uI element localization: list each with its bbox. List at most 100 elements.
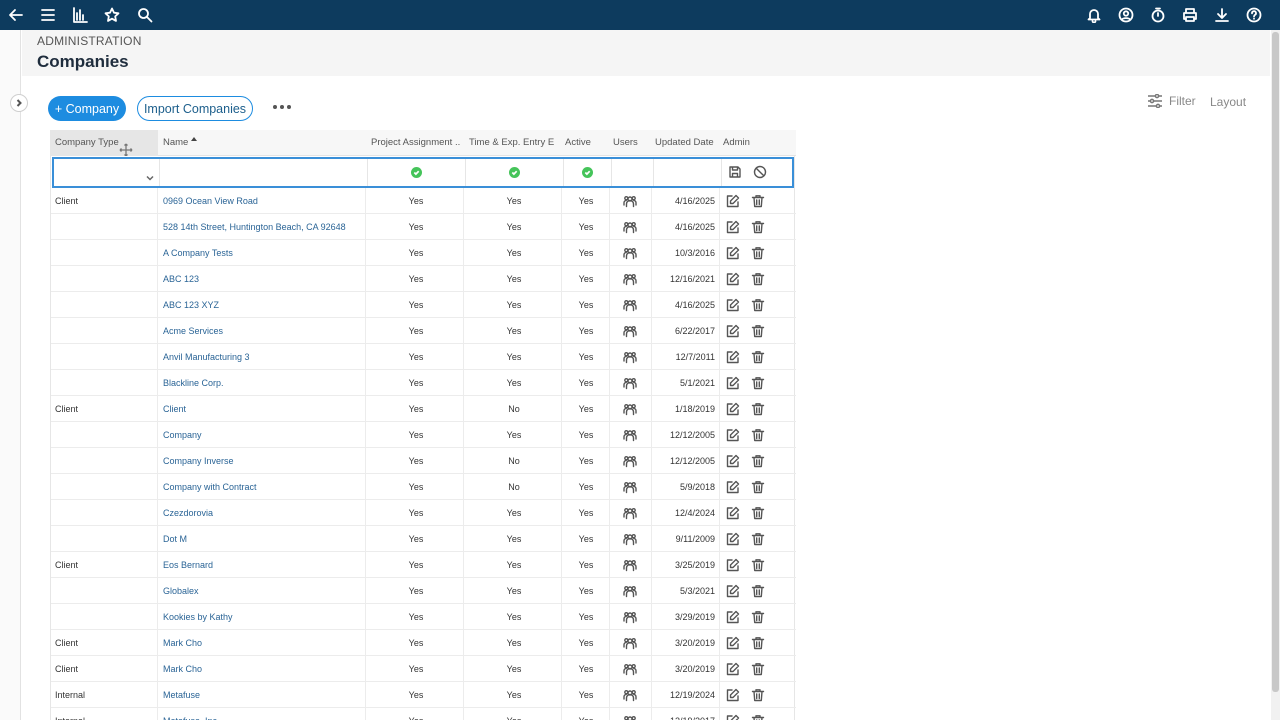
- check-circle-icon[interactable]: [582, 167, 593, 178]
- company-name-link[interactable]: ABC 123: [163, 266, 359, 292]
- company-name-link[interactable]: Anvil Manufacturing 3: [163, 344, 359, 370]
- table-row[interactable]: Client Client Yes No Yes 1/18/2019: [51, 396, 796, 422]
- trash-icon[interactable]: [751, 298, 765, 312]
- check-circle-icon[interactable]: [509, 167, 520, 178]
- users-group-icon[interactable]: [623, 220, 637, 234]
- table-row[interactable]: Client 0969 Ocean View Road Yes Yes Yes 4/16/…: [51, 188, 796, 214]
- company-name-link[interactable]: Company: [163, 422, 359, 448]
- trash-icon[interactable]: [751, 246, 765, 260]
- more-options-icon[interactable]: [271, 98, 293, 116]
- users-group-icon[interactable]: [623, 662, 637, 676]
- back-arrow-icon[interactable]: [6, 5, 26, 25]
- company-name-link[interactable]: A Company Tests: [163, 240, 359, 266]
- timer-icon[interactable]: [1148, 5, 1168, 25]
- star-icon[interactable]: [102, 5, 122, 25]
- users-group-icon[interactable]: [623, 688, 637, 702]
- download-icon[interactable]: [1212, 5, 1232, 25]
- edit-icon[interactable]: [726, 428, 740, 442]
- column-header-updated-date[interactable]: Updated Date: [655, 130, 719, 156]
- vertical-scrollbar-thumb[interactable]: [1272, 32, 1279, 692]
- bell-icon[interactable]: [1084, 5, 1104, 25]
- users-group-icon[interactable]: [623, 506, 637, 520]
- users-group-icon[interactable]: [623, 272, 637, 286]
- user-circle-icon[interactable]: [1116, 5, 1136, 25]
- trash-icon[interactable]: [751, 480, 765, 494]
- edit-icon[interactable]: [726, 662, 740, 676]
- users-group-icon[interactable]: [623, 532, 637, 546]
- edit-icon[interactable]: [726, 324, 740, 338]
- table-row[interactable]: Company Inverse Yes No Yes 12/12/2005: [51, 448, 796, 474]
- edit-icon[interactable]: [726, 350, 740, 364]
- trash-icon[interactable]: [751, 220, 765, 234]
- trash-icon[interactable]: [751, 376, 765, 390]
- company-name-link[interactable]: Eos Bernard: [163, 552, 359, 578]
- edit-icon[interactable]: [726, 636, 740, 650]
- table-row[interactable]: Czezdorovia Yes Yes Yes 12/4/2024: [51, 500, 796, 526]
- users-group-icon[interactable]: [623, 558, 637, 572]
- help-icon[interactable]: [1244, 5, 1264, 25]
- table-row[interactable]: InternalMetafuse, Inc.YesYesYes12/19/201…: [51, 708, 796, 720]
- trash-icon[interactable]: [751, 454, 765, 468]
- users-group-icon[interactable]: [623, 376, 637, 390]
- column-header-time-expense-entry[interactable]: Time & Exp. Entry E...: [469, 130, 555, 156]
- table-row[interactable]: Anvil Manufacturing 3 Yes Yes Yes 12/7/2011: [51, 344, 796, 370]
- table-row[interactable]: Kookies by Kathy Yes Yes Yes 3/29/2019: [51, 604, 796, 630]
- column-header-users[interactable]: Users: [613, 130, 653, 156]
- users-group-icon[interactable]: [623, 402, 637, 416]
- bar-chart-icon[interactable]: [70, 5, 90, 25]
- edit-icon[interactable]: [726, 558, 740, 572]
- trash-icon[interactable]: [751, 350, 765, 364]
- trash-icon[interactable]: [751, 688, 765, 702]
- company-name-link[interactable]: Kookies by Kathy: [163, 604, 359, 630]
- trash-icon[interactable]: [751, 506, 765, 520]
- edit-icon[interactable]: [726, 584, 740, 598]
- users-group-icon[interactable]: [623, 610, 637, 624]
- cancel-circle-icon[interactable]: [753, 165, 767, 179]
- edit-icon[interactable]: [726, 220, 740, 234]
- save-icon[interactable]: [728, 165, 742, 179]
- table-row[interactable]: Company Yes Yes Yes 12/12/2005: [51, 422, 796, 448]
- column-header-active[interactable]: Active: [565, 130, 605, 156]
- edit-icon[interactable]: [726, 454, 740, 468]
- table-row[interactable]: ABC 123 Yes Yes Yes 12/16/2021: [51, 266, 796, 292]
- company-name-link[interactable]: 528 14th Street, Huntington Beach, CA 92…: [163, 214, 359, 240]
- users-group-icon[interactable]: [623, 194, 637, 208]
- users-group-icon[interactable]: [623, 350, 637, 364]
- menu-icon[interactable]: [38, 5, 58, 25]
- company-name-link[interactable]: 0969 Ocean View Road: [163, 188, 359, 214]
- updated-date-filter-input[interactable]: [654, 159, 722, 186]
- table-row[interactable]: Dot M Yes Yes Yes 9/11/2009: [51, 526, 796, 552]
- table-row[interactable]: A Company Tests Yes Yes Yes 10/3/2016: [51, 240, 796, 266]
- trash-icon[interactable]: [751, 272, 765, 286]
- edit-icon[interactable]: [726, 298, 740, 312]
- trash-icon[interactable]: [751, 532, 765, 546]
- trash-icon[interactable]: [751, 428, 765, 442]
- edit-icon[interactable]: [726, 610, 740, 624]
- table-row[interactable]: Internal Metafuse Yes Yes Yes 12/19/2024: [51, 682, 796, 708]
- users-group-icon[interactable]: [623, 298, 637, 312]
- users-group-icon[interactable]: [623, 714, 637, 720]
- breadcrumb[interactable]: ADMINISTRATION: [37, 34, 142, 48]
- trash-icon[interactable]: [751, 662, 765, 676]
- column-header-project-assignment[interactable]: Project Assignment ...: [371, 130, 461, 156]
- users-group-icon[interactable]: [623, 246, 637, 260]
- edit-icon[interactable]: [726, 402, 740, 416]
- expand-sidebar-chevron-icon[interactable]: [10, 94, 28, 112]
- table-row[interactable]: Acme Services Yes Yes Yes 6/22/2017: [51, 318, 796, 344]
- edit-icon[interactable]: [726, 714, 740, 720]
- trash-icon[interactable]: [751, 584, 765, 598]
- trash-icon[interactable]: [751, 558, 765, 572]
- company-name-link[interactable]: Globalex: [163, 578, 359, 604]
- filter-button[interactable]: Filter: [1147, 94, 1196, 108]
- company-name-link[interactable]: Czezdorovia: [163, 500, 359, 526]
- company-name-link[interactable]: Dot M: [163, 526, 359, 552]
- trash-icon[interactable]: [751, 636, 765, 650]
- table-row[interactable]: ABC 123 XYZ Yes Yes Yes 4/16/2025: [51, 292, 796, 318]
- company-name-link[interactable]: Metafuse: [163, 682, 359, 708]
- users-group-icon[interactable]: [623, 584, 637, 598]
- import-companies-button[interactable]: Import Companies: [137, 96, 253, 121]
- edit-icon[interactable]: [726, 246, 740, 260]
- edit-icon[interactable]: [726, 506, 740, 520]
- printer-icon[interactable]: [1180, 5, 1200, 25]
- users-group-icon[interactable]: [623, 480, 637, 494]
